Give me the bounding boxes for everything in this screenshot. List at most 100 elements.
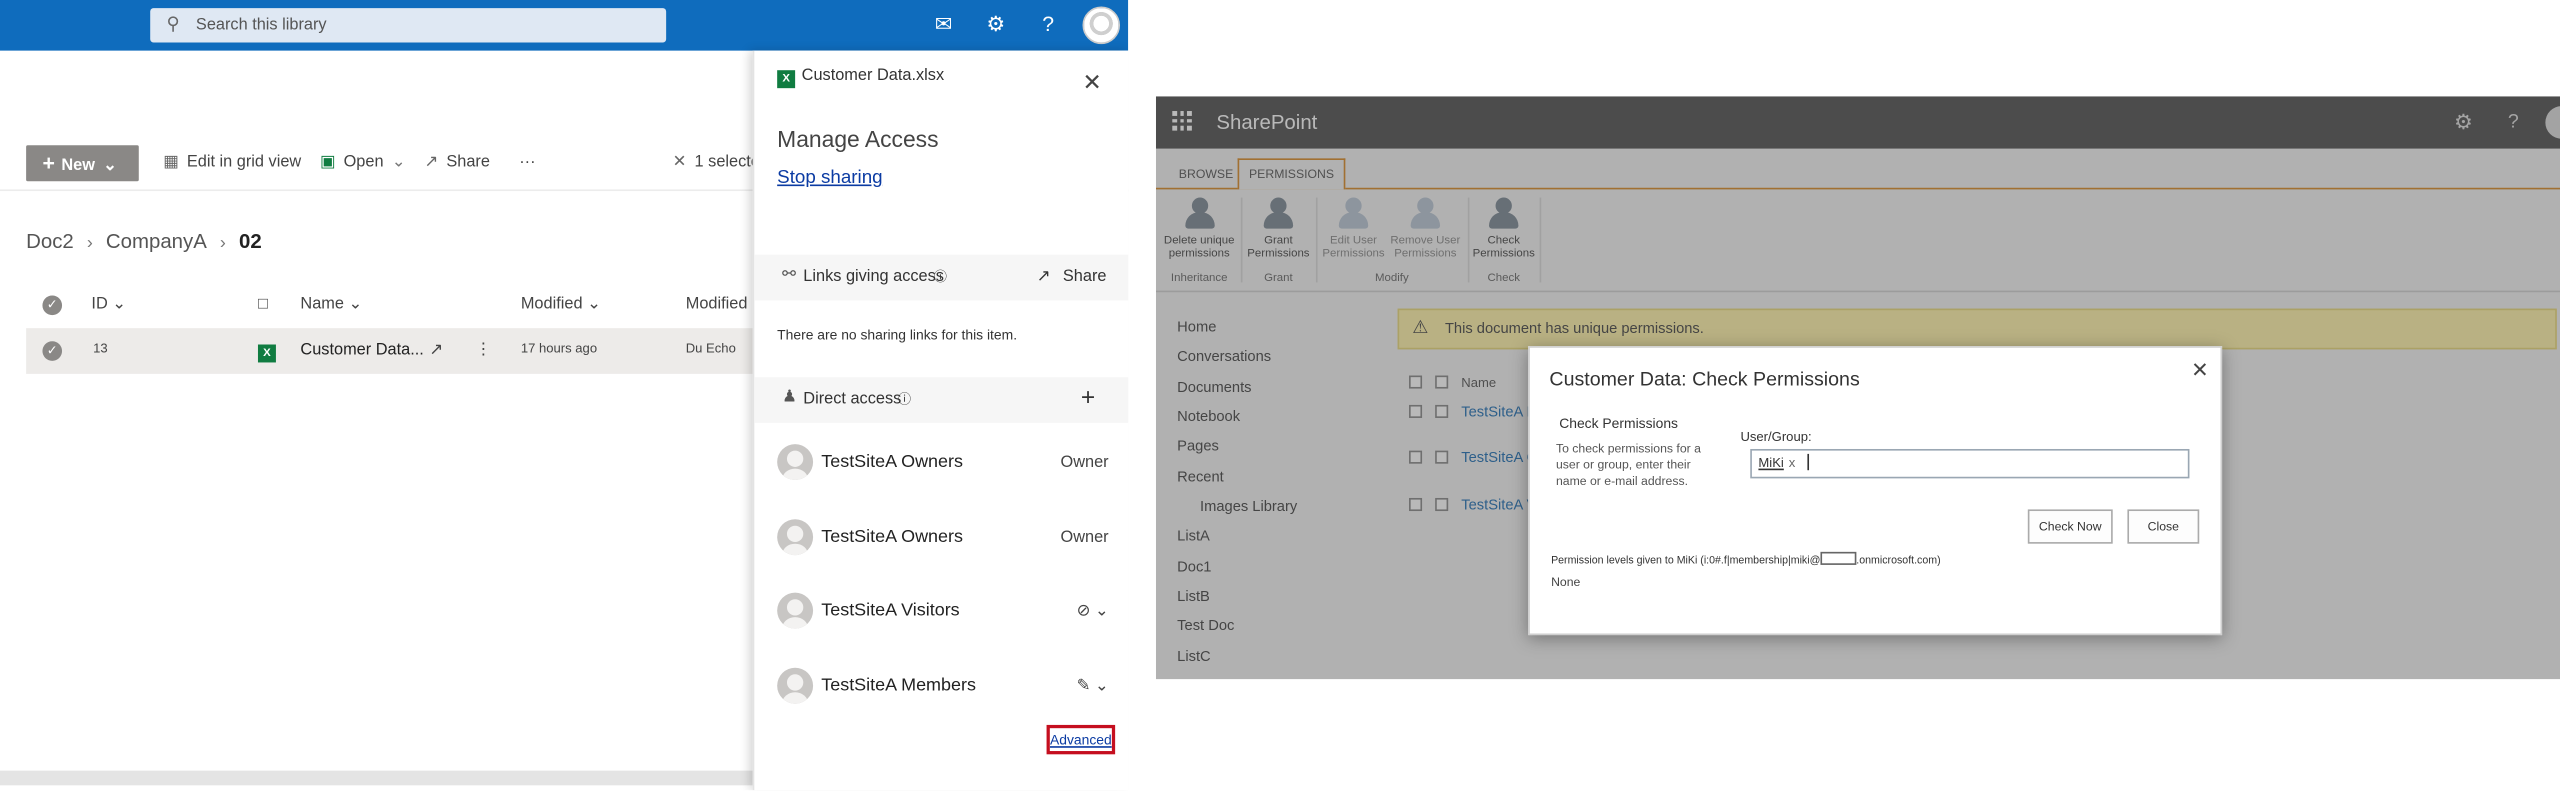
no-links-message: There are no sharing links for this item…	[777, 326, 1018, 343]
column-header-id[interactable]: ID ⌄	[91, 296, 126, 314]
info-icon: ⓘ	[933, 269, 947, 285]
horizontal-scrollbar[interactable]	[0, 770, 755, 786]
list-item[interactable]: TestSiteA Visitors ⊘ ⌄	[777, 592, 1112, 632]
user-token[interactable]: MiKi	[1758, 456, 1783, 471]
search-placeholder: Search this library	[195, 16, 327, 35]
row-id: 13	[93, 341, 108, 356]
help-icon[interactable]: ?	[1033, 11, 1062, 37]
search-input[interactable]: ⚲ Search this library	[150, 8, 667, 43]
stop-sharing-link[interactable]: Stop sharing	[777, 168, 882, 188]
avatar	[777, 519, 814, 556]
breadcrumb-current: 02	[238, 230, 262, 254]
section-description: To check permissions for a user or group…	[1555, 440, 1701, 489]
section-title: Check Permissions	[1559, 414, 1679, 432]
person-name: TestSiteA Visitors	[821, 600, 960, 621]
gear-icon[interactable]: ⚙	[981, 11, 1010, 37]
row-modified: 17 hours ago	[520, 341, 598, 356]
share-label: Share	[446, 153, 490, 172]
grid-icon: ▦	[163, 153, 179, 172]
advanced-link[interactable]: Advanced	[1046, 724, 1116, 755]
excel-icon: ▣	[320, 153, 336, 172]
list-header: ✓ ID ⌄ □ Name ⌄ Modified ⌄ Modified	[26, 291, 777, 320]
excel-icon: X	[257, 341, 282, 363]
avatar	[777, 592, 814, 629]
column-header-label: ID	[91, 295, 108, 314]
pencil-icon: ✎	[1076, 677, 1091, 696]
share-link-button[interactable]: Share	[1063, 268, 1107, 286]
person-name: TestSiteA Owners	[821, 452, 964, 472]
permission-levels-text: Permission levels given to MiKi (i:0#.f|…	[1551, 551, 1941, 567]
open-label: Open	[343, 153, 384, 172]
avatar	[777, 444, 814, 481]
modern-library-view: ⚲ Search this library ✉ ⚙ ? + New ⌄ ▦ Edit …	[0, 0, 1129, 791]
selected-count: 1 selecte	[694, 153, 760, 172]
list-item[interactable]: TestSiteA Owners Owner	[777, 519, 1112, 558]
info-icon: ⓘ	[897, 391, 912, 407]
person-role: Owner	[1060, 453, 1109, 472]
select-all-checkbox[interactable]: ✓	[42, 295, 63, 316]
row-modified-by: Du Echo	[685, 341, 736, 356]
chevron-down-icon: ⌄	[391, 153, 406, 172]
permission-dropdown[interactable]: ✎ ⌄	[1077, 678, 1109, 696]
manage-access-panel: X Customer Data.xlsx ✕ Manage Access Stop…	[752, 50, 1129, 791]
user-group-input[interactable]: MiKi x	[1750, 448, 2190, 479]
dialog-title: Customer Data: Check Permissions	[1549, 367, 1860, 391]
permission-prefix: Permission levels given to MiKi (i:0#.f|…	[1551, 555, 1821, 567]
clear-selection-button[interactable]: ✕ 1 selecte	[673, 152, 760, 175]
check-permissions-dialog: Customer Data: Check Permissions ✕ Check…	[1528, 346, 2223, 636]
column-header-label: Modified	[520, 295, 583, 314]
person-name: TestSiteA Owners	[821, 527, 964, 547]
chevron-right-icon: ›	[86, 233, 93, 254]
more-vertical-icon[interactable]: ⋮	[475, 341, 491, 359]
remove-token-icon[interactable]: x	[1789, 456, 1796, 471]
no-edit-icon: ⊘	[1076, 602, 1091, 621]
share-icon[interactable]: ↗	[429, 341, 443, 359]
excel-icon: X	[777, 70, 796, 89]
row-name[interactable]: Customer Data...	[300, 341, 423, 359]
permission-dropdown[interactable]: ⊘ ⌄	[1077, 602, 1109, 620]
more-button[interactable]: ···	[519, 152, 535, 175]
share-button[interactable]: ↗ Share	[425, 152, 490, 175]
text-cursor	[1806, 453, 1809, 471]
share-icon[interactable]: ↗	[1037, 268, 1051, 286]
new-button[interactable]: + New ⌄	[26, 145, 139, 182]
breadcrumb: Doc2 › CompanyA › 02	[26, 230, 262, 253]
open-button[interactable]: ▣ Open ⌄	[320, 152, 405, 175]
person-name: TestSiteA Members	[821, 675, 976, 696]
list-item[interactable]: TestSiteA Owners Owner	[777, 444, 1112, 483]
breadcrumb-item[interactable]: CompanyA	[106, 230, 207, 253]
share-icon: ↗	[424, 153, 439, 172]
person-role: Owner	[1060, 528, 1109, 547]
column-header-modified[interactable]: Modified ⌄	[521, 296, 601, 314]
close-button[interactable]: Close	[2127, 509, 2200, 544]
suite-bar: ⚲ Search this library ✉ ⚙ ?	[0, 0, 1129, 51]
close-icon[interactable]: ✕	[1082, 70, 1101, 93]
search-icon: ⚲	[166, 14, 180, 35]
people-icon: ♟	[782, 388, 797, 407]
close-icon[interactable]: ✕	[2191, 358, 2209, 384]
file-type-icon: □	[257, 295, 268, 314]
column-header-label: Name	[300, 295, 344, 314]
avatar	[777, 667, 814, 704]
links-label: Links giving access	[803, 267, 944, 286]
row-checkbox[interactable]: ✓	[42, 341, 63, 361]
column-header-name[interactable]: Name ⌄	[300, 296, 362, 314]
panel-file-name: X Customer Data.xlsx	[777, 66, 945, 89]
panel-title: Manage Access	[777, 125, 939, 152]
breadcrumb-item[interactable]: Doc2	[26, 230, 74, 253]
megaphone-icon[interactable]: ✉	[929, 11, 958, 37]
check-now-button[interactable]: Check Now	[2027, 509, 2113, 544]
chevron-down-icon: ⌄	[103, 156, 117, 175]
direct-access-label: Direct access	[803, 390, 902, 409]
table-row[interactable]: ✓ 13 X Customer Data... ↗ ⋮ 17 hours ago…	[26, 328, 778, 374]
add-icon[interactable]: +	[1081, 384, 1095, 412]
column-header-modified-by[interactable]: Modified	[686, 296, 748, 314]
permission-result: None	[1551, 574, 1581, 590]
list-item[interactable]: TestSiteA Members ✎ ⌄	[777, 667, 1112, 707]
user-group-label: User/Group:	[1740, 429, 1812, 445]
file-name-label: Customer Data.xlsx	[801, 66, 945, 85]
edit-grid-button[interactable]: ▦ Edit in grid view	[163, 152, 301, 175]
close-icon: ✕	[672, 153, 687, 172]
link-icon: ⚯	[782, 266, 796, 285]
avatar[interactable]	[1082, 6, 1121, 45]
